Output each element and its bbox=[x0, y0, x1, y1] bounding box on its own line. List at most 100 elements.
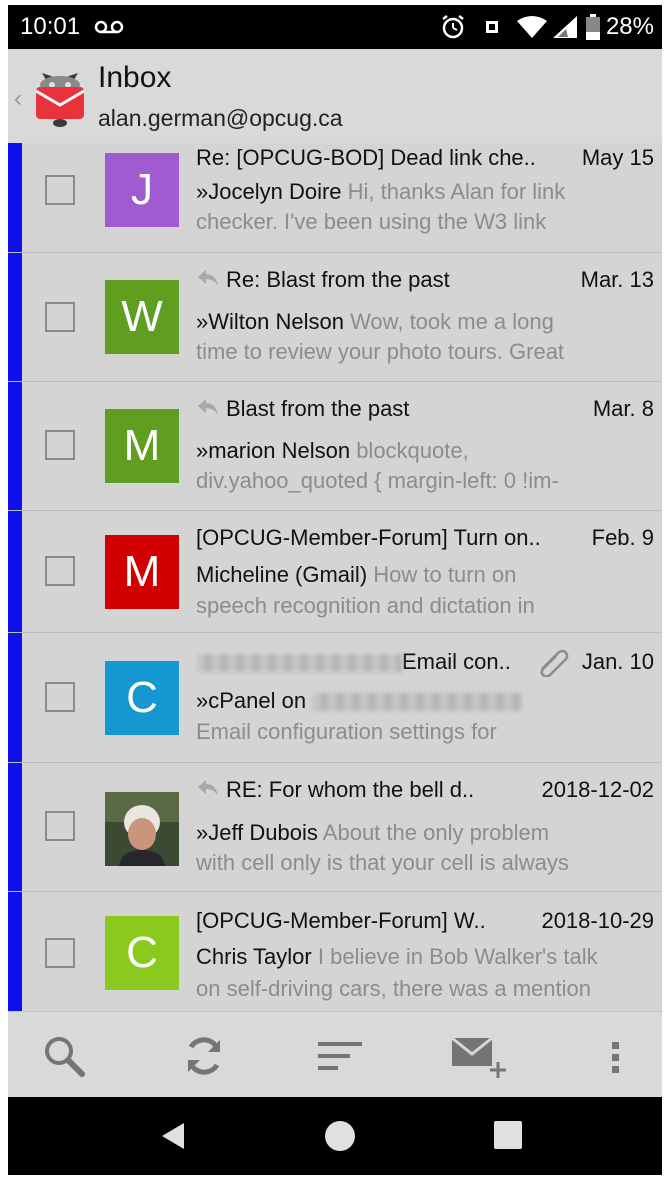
avatar[interactable]: C bbox=[105, 661, 179, 735]
paperclip-icon bbox=[536, 647, 570, 682]
message-sender-preview: »Jocelyn Doire Hi, thanks Alan for link bbox=[196, 179, 658, 205]
compose-icon[interactable] bbox=[450, 1032, 510, 1080]
header-title: Inbox bbox=[98, 61, 172, 94]
message-checkbox[interactable] bbox=[45, 556, 75, 586]
message-subject-text: Re: Blast from the past bbox=[226, 267, 450, 292]
redacted-text bbox=[196, 654, 402, 673]
avatar[interactable]: W bbox=[105, 280, 179, 354]
nav-home-icon[interactable] bbox=[324, 1121, 356, 1158]
avatar[interactable]: J bbox=[105, 153, 179, 227]
message-row[interactable]: RE: For whom the bell d.. 2018-12-02 »Je… bbox=[8, 763, 662, 892]
message-sender-preview: »marion Nelson blockquote, bbox=[196, 438, 658, 464]
message-checkbox[interactable] bbox=[45, 811, 75, 841]
message-row[interactable]: M [OPCUG-Member-Forum] Turn on.. Feb. 9 … bbox=[8, 511, 662, 633]
message-subject: Re: Blast from the past bbox=[196, 267, 572, 295]
message-preview-line: div.yahoo_quoted { margin-left: 0 !im- bbox=[196, 468, 559, 493]
nav-recents-icon[interactable] bbox=[494, 1121, 522, 1154]
sort-icon[interactable] bbox=[316, 1032, 364, 1080]
message-date: 2018-12-02 bbox=[541, 777, 654, 802]
refresh-icon[interactable] bbox=[180, 1032, 228, 1080]
nav-back-icon[interactable] bbox=[158, 1121, 188, 1156]
message-checkbox[interactable] bbox=[45, 682, 75, 712]
header-account: alan.german@opcug.ca bbox=[98, 105, 343, 131]
reply-icon bbox=[196, 777, 226, 805]
message-sender-preview: »Wilton Nelson Wow, took me a long bbox=[196, 309, 658, 335]
message-checkbox[interactable] bbox=[45, 302, 75, 332]
avatar[interactable]: C bbox=[105, 916, 179, 990]
search-icon[interactable] bbox=[40, 1032, 88, 1080]
message-date: Mar. 13 bbox=[580, 267, 654, 292]
message-subject-text: Blast from the past bbox=[226, 396, 410, 421]
message-preview: About the only problem bbox=[317, 820, 550, 845]
message-sender: Micheline (Gmail) bbox=[196, 562, 368, 587]
message-subject: Re: [OPCUG-BOD] Dead link che.. bbox=[196, 145, 536, 170]
phone-screen: 10:01 28% ‹ Inbox alan.german@opcug.ca J… bbox=[8, 5, 662, 1175]
message-subject: Blast from the past bbox=[196, 396, 572, 424]
unread-indicator bbox=[8, 143, 22, 252]
app-header: ‹ Inbox alan.german@opcug.ca bbox=[8, 49, 662, 143]
unread-indicator bbox=[8, 763, 22, 891]
message-date: 2018-10-29 bbox=[541, 908, 654, 933]
message-row[interactable]: J Re: [OPCUG-BOD] Dead link che.. May 15… bbox=[8, 143, 662, 253]
unread-indicator bbox=[8, 633, 22, 762]
message-sender-preview: »cPanel on bbox=[196, 688, 658, 714]
message-preview-line: on self-driving cars, there was a mentio… bbox=[196, 976, 591, 1001]
message-list[interactable]: J Re: [OPCUG-BOD] Dead link che.. May 15… bbox=[8, 143, 662, 1011]
forward-icon bbox=[196, 396, 226, 424]
message-date: Feb. 9 bbox=[591, 525, 654, 550]
message-preview-line: Email configuration settings for bbox=[196, 719, 497, 744]
unread-indicator bbox=[8, 382, 22, 510]
message-sender-preview: »Jeff Dubois About the only problem bbox=[196, 820, 658, 846]
message-checkbox[interactable] bbox=[45, 938, 75, 968]
message-row[interactable]: M Blast from the past Mar. 8 »marion Nel… bbox=[8, 382, 662, 511]
navigation-bar bbox=[8, 1097, 662, 1175]
message-preview: Wow, took me a long bbox=[343, 309, 554, 334]
status-bar: 10:01 28% bbox=[8, 5, 662, 49]
message-subject: Email con.. bbox=[196, 649, 534, 675]
unread-indicator bbox=[8, 253, 22, 381]
k9-mail-logo-icon[interactable] bbox=[30, 63, 90, 129]
unread-indicator bbox=[8, 892, 22, 1011]
avatar[interactable]: M bbox=[105, 535, 179, 609]
message-preview: blockquote, bbox=[350, 438, 469, 463]
message-row[interactable]: C [OPCUG-Member-Forum] W.. 2018-10-29 Ch… bbox=[8, 892, 662, 1011]
message-sender: »Jocelyn Doire bbox=[196, 179, 342, 204]
message-preview-line: with cell only is that your cell is alwa… bbox=[196, 850, 569, 875]
message-sender: »cPanel on bbox=[196, 688, 307, 713]
avatar[interactable]: M bbox=[105, 409, 179, 483]
message-sender-preview: Micheline (Gmail) How to turn on bbox=[196, 562, 658, 588]
message-subject-text: Email con.. bbox=[402, 649, 511, 674]
wifi-icon bbox=[516, 15, 548, 44]
message-subject: [OPCUG-Member-Forum] W.. bbox=[196, 908, 486, 933]
message-preview-line: checker. I've been using the W3 link bbox=[196, 209, 547, 234]
chevron-left-icon[interactable]: ‹ bbox=[14, 85, 22, 113]
reply-icon bbox=[196, 267, 226, 295]
bottom-toolbar bbox=[8, 1011, 662, 1097]
message-sender-preview: Chris Taylor I believe in Bob Walker's t… bbox=[196, 944, 658, 970]
unread-indicator bbox=[8, 511, 22, 632]
message-date: May 15 bbox=[581, 145, 654, 170]
message-preview: Hi, thanks Alan for link bbox=[341, 179, 566, 204]
message-subject-text: RE: For whom the bell d.. bbox=[226, 777, 475, 802]
message-sender: Chris Taylor bbox=[196, 944, 312, 969]
message-subject: [OPCUG-Member-Forum] Turn on.. bbox=[196, 525, 541, 550]
message-preview: I believe in Bob Walker's talk bbox=[311, 944, 598, 969]
message-preview: How to turn on bbox=[367, 562, 517, 587]
battery-percent: 28% bbox=[605, 13, 654, 40]
message-preview-line: time to review your photo tours. Great bbox=[196, 339, 565, 364]
message-sender: »marion Nelson bbox=[196, 438, 351, 463]
avatar-photo[interactable] bbox=[105, 792, 179, 866]
message-sender: »Wilton Nelson bbox=[196, 309, 344, 334]
message-checkbox[interactable] bbox=[45, 430, 75, 460]
battery-icon bbox=[586, 14, 600, 45]
message-date: Mar. 8 bbox=[592, 396, 654, 421]
nfc-icon bbox=[484, 19, 500, 40]
message-date: Jan. 10 bbox=[581, 649, 654, 674]
message-row[interactable]: W Re: Blast from the past Mar. 13 »Wilto… bbox=[8, 253, 662, 382]
message-row[interactable]: C Email con.. Jan. 10 »cPanel on Email c… bbox=[8, 633, 662, 763]
message-subject: RE: For whom the bell d.. bbox=[196, 777, 544, 805]
message-sender: »Jeff Dubois bbox=[196, 820, 318, 845]
message-preview-line: speech recognition and dictation in bbox=[196, 593, 535, 618]
more-vertical-icon[interactable] bbox=[604, 1032, 628, 1080]
message-checkbox[interactable] bbox=[45, 175, 75, 205]
